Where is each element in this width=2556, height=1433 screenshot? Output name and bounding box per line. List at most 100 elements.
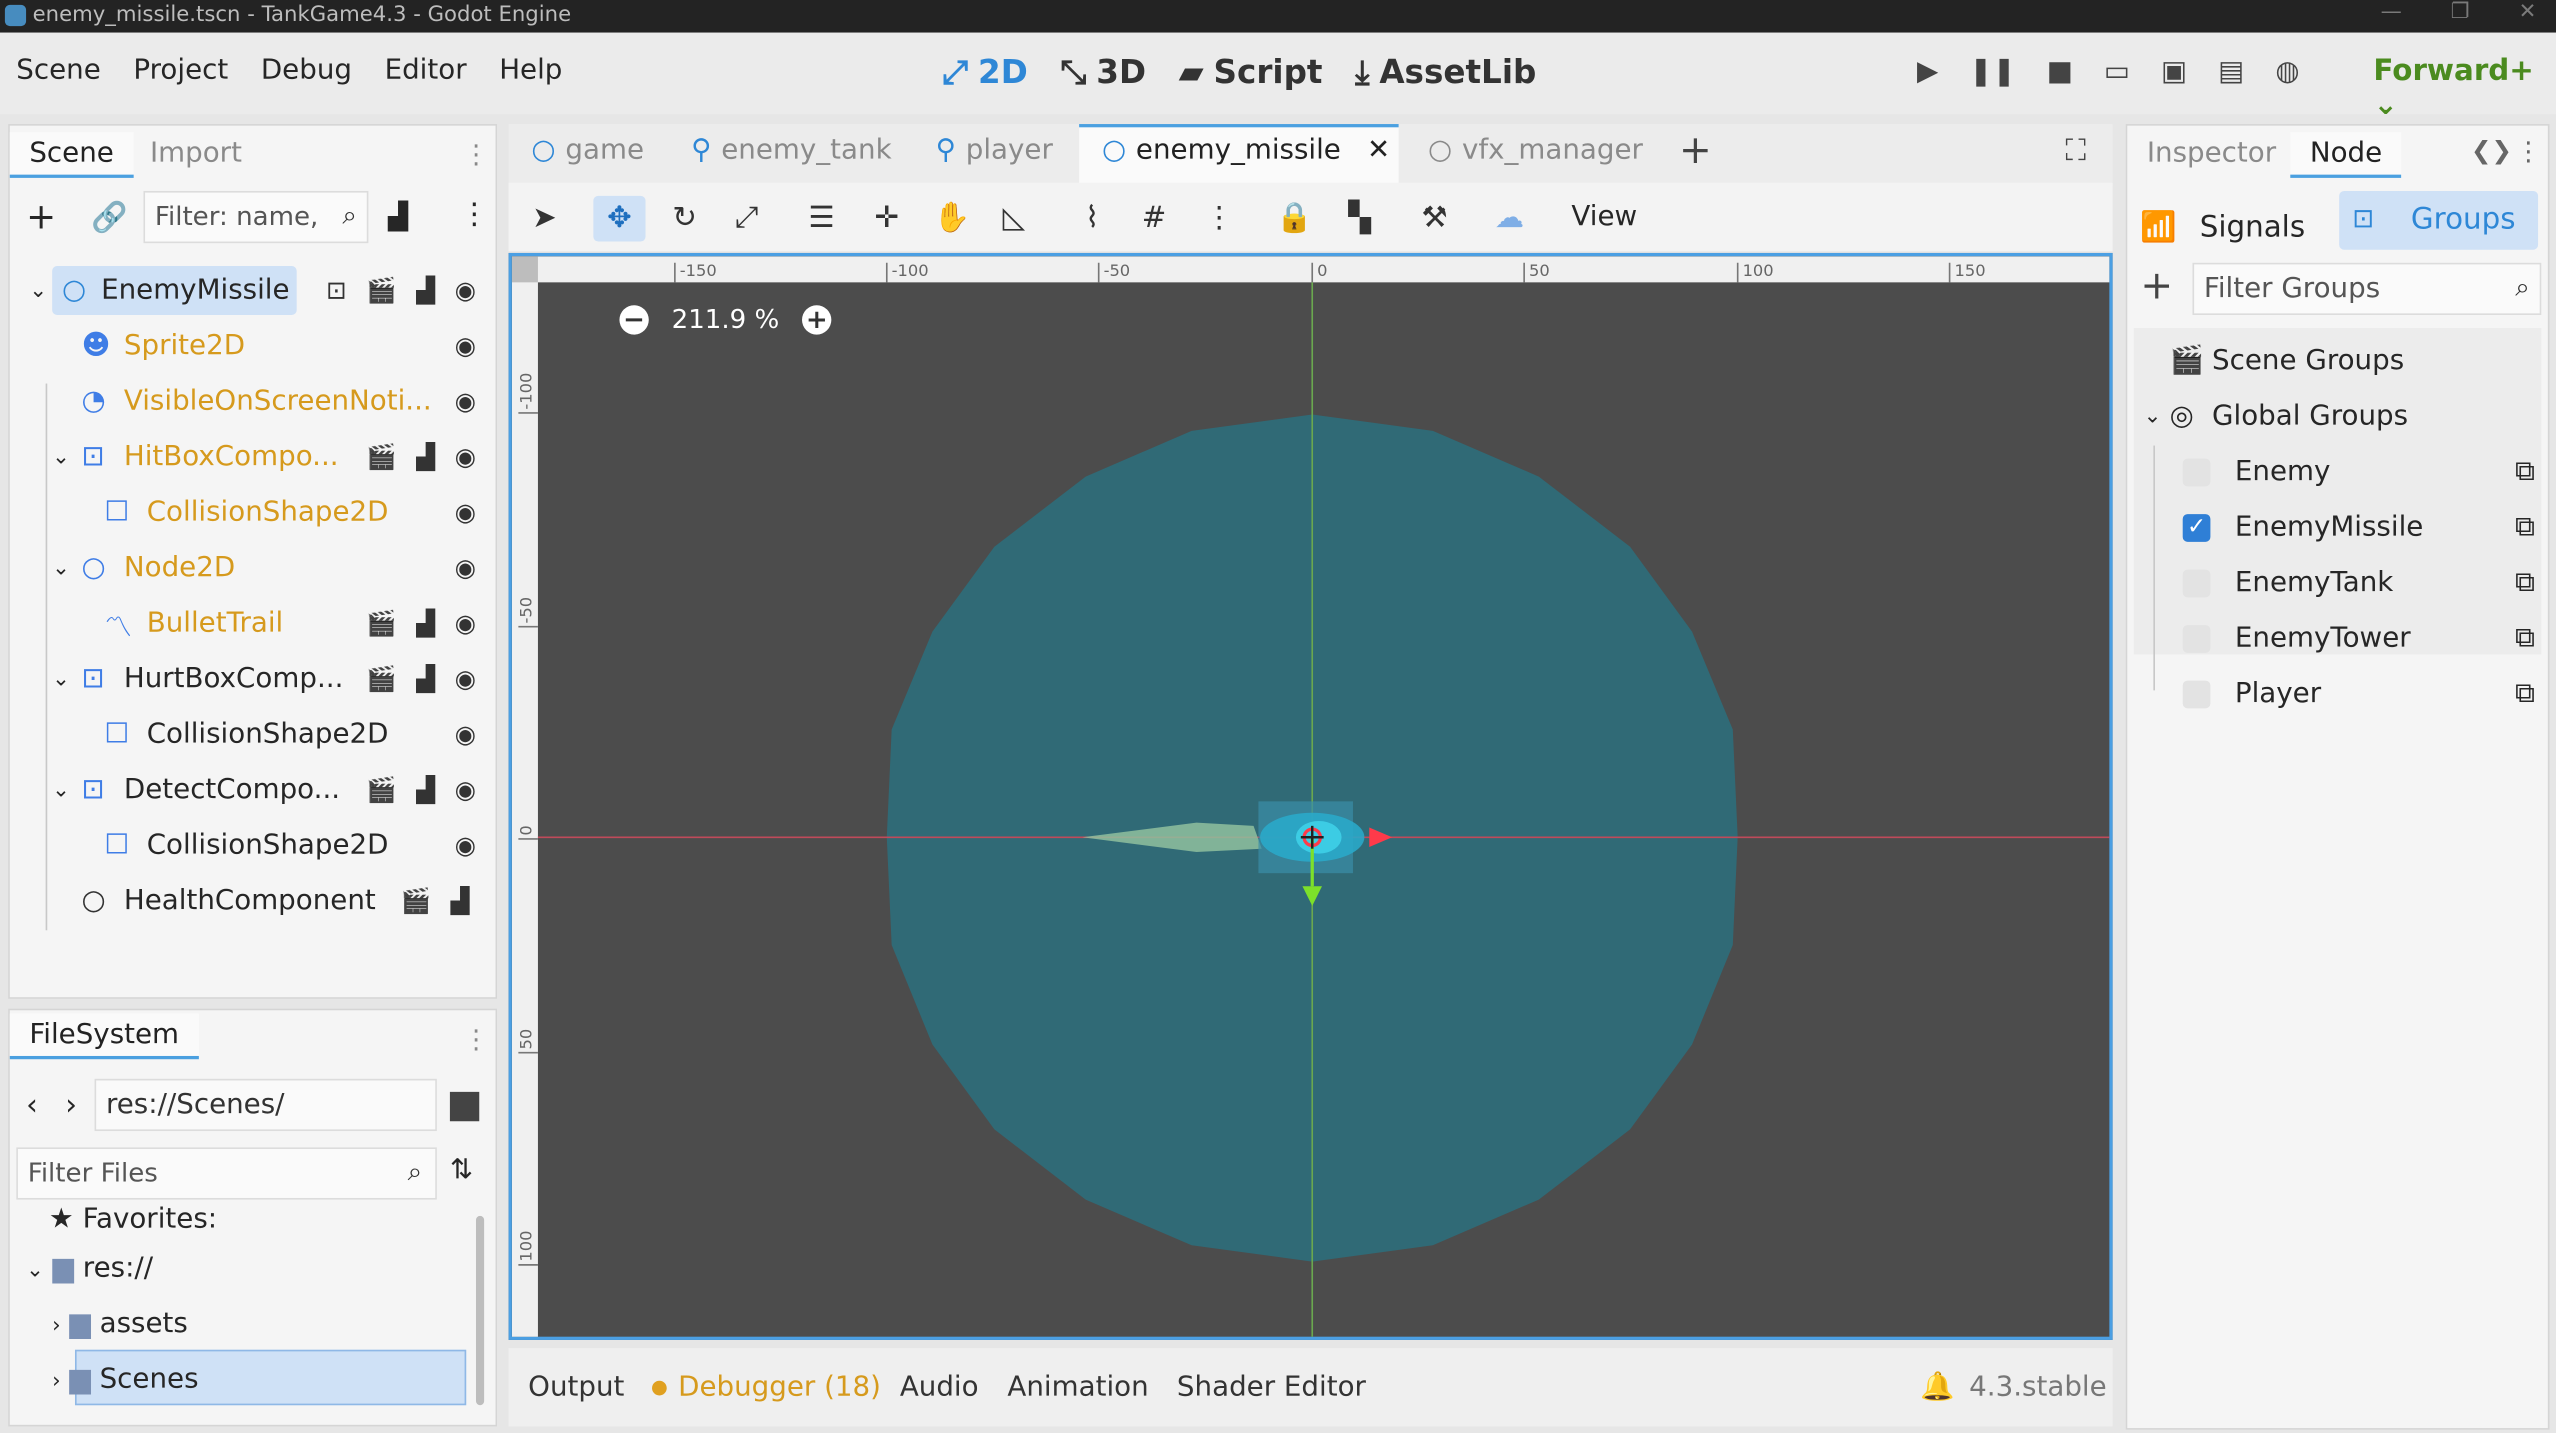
groups-tab[interactable]: ⊡ Groups xyxy=(2339,190,2539,250)
scene-tree-menu-icon[interactable]: ⋮ xyxy=(460,197,489,231)
tab-filesystem[interactable]: FileSystem xyxy=(9,1013,199,1060)
copy-icon[interactable]: ⧉ xyxy=(2515,622,2535,655)
scene-icon[interactable]: 🎬 xyxy=(366,276,396,305)
scale-tool-icon[interactable]: ⤢ xyxy=(721,196,773,242)
renderer-select[interactable]: Forward+ ⌄ xyxy=(2373,54,2556,123)
add-group-icon[interactable]: + xyxy=(2140,263,2173,309)
scene-filter-input[interactable]: Filter: name, ⌕ xyxy=(143,190,369,244)
filter-groups-input[interactable]: Filter Groups ⌕ xyxy=(2192,262,2542,315)
rotate-tool-icon[interactable]: ↻ xyxy=(659,196,711,242)
add-tab-icon[interactable]: + xyxy=(1679,127,1712,173)
chevron-down-icon[interactable]: ⌄ xyxy=(52,778,70,802)
path-field[interactable]: res://Scenes/ xyxy=(94,1078,437,1132)
visibility-icon[interactable]: ◉ xyxy=(455,387,476,416)
close-window-icon[interactable]: ✕ xyxy=(2519,0,2537,24)
tree-item-sprite2d[interactable]: ☻ Sprite2D ◉ xyxy=(23,322,489,371)
scene-icon[interactable]: 🎬 xyxy=(366,664,396,693)
tab-player[interactable]: ⚲ player xyxy=(936,134,1053,167)
scene-icon[interactable]: 🎬 xyxy=(366,609,396,638)
tree-item-collisionshape-3[interactable]: ☐ CollisionShape2D ◉ xyxy=(23,821,489,870)
tree-item-healthcomponent[interactable]: ○ HealthComponent 🎬 ▟ xyxy=(23,876,489,925)
group-item-enemytank[interactable]: EnemyTank ⧉ xyxy=(2144,557,2535,609)
group-select-icon[interactable]: ▚ xyxy=(1333,196,1385,242)
zoom-out-icon[interactable]: − xyxy=(619,304,649,334)
tree-item-collisionshape-1[interactable]: ☐ CollisionShape2D ◉ xyxy=(23,488,489,537)
dock-menu-icon[interactable]: ⋮ xyxy=(2515,135,2541,166)
checkbox[interactable] xyxy=(2182,679,2211,708)
close-tab-icon[interactable]: ✕ xyxy=(1367,134,1390,167)
script-icon[interactable]: ▟ xyxy=(416,276,435,305)
tab-game[interactable]: ○ game xyxy=(531,134,644,167)
tab-enemy-tank[interactable]: ⚲ enemy_tank xyxy=(691,134,891,167)
play-custom-scene-icon[interactable]: ▤ xyxy=(2218,55,2244,88)
copy-icon[interactable]: ⧉ xyxy=(2515,677,2535,710)
checkbox[interactable] xyxy=(2182,457,2211,486)
forward-icon[interactable]: › xyxy=(65,1089,77,1123)
workspace-assetlib[interactable]: ⤓ AssetLib xyxy=(1355,52,1536,91)
chevron-down-icon[interactable]: ⌄ xyxy=(52,667,70,691)
list-select-icon[interactable]: ☰ xyxy=(795,196,847,242)
dock-menu-icon[interactable]: ⋮ xyxy=(463,1023,489,1054)
chevron-down-icon[interactable]: ⌄ xyxy=(29,278,47,302)
chevron-down-icon[interactable]: ⌄ xyxy=(52,556,70,580)
script-icon[interactable]: ▟ xyxy=(416,442,435,471)
workspace-3d[interactable]: ⤡ 3D xyxy=(1060,52,1146,91)
filter-files-input[interactable]: Filter Files ⌕ xyxy=(16,1147,437,1200)
menu-help[interactable]: Help xyxy=(483,54,579,87)
group-icon[interactable]: ⊡ xyxy=(326,276,347,305)
select-tool-icon[interactable]: ➤ xyxy=(518,196,570,242)
grid-snap-icon[interactable]: # xyxy=(1128,196,1180,242)
visibility-icon[interactable]: ◉ xyxy=(455,498,476,527)
group-item-player[interactable]: Player ⧉ xyxy=(2144,668,2535,720)
workspace-2d[interactable]: ⤢ 2D xyxy=(942,52,1028,91)
visibility-icon[interactable]: ◉ xyxy=(455,553,476,582)
checkbox[interactable] xyxy=(2182,624,2211,653)
scenes-folder[interactable]: › ▆ Scenes xyxy=(52,1363,198,1396)
menu-project[interactable]: Project xyxy=(117,54,244,87)
tab-audio[interactable]: Audio xyxy=(900,1371,979,1404)
link-icon[interactable]: 🔗 xyxy=(91,201,128,235)
group-item-enemymissile[interactable]: ✓ EnemyMissile ⧉ xyxy=(2144,501,2535,553)
group-item-enemy[interactable]: Enemy ⧉ xyxy=(2144,446,2535,498)
pivot-icon[interactable]: ✛ xyxy=(861,196,913,242)
tree-item-detect[interactable]: ⌄ ⊡ DetectCompo... 🎬 ▟ ◉ xyxy=(23,765,489,814)
camera-override-icon[interactable]: ☁ xyxy=(1483,196,1535,242)
script-icon[interactable]: ▟ xyxy=(416,775,435,804)
tree-item-bullettrail[interactable]: 〽 BulletTrail 🎬 ▟ ◉ xyxy=(23,599,489,648)
distraction-free-icon[interactable]: ⛶ xyxy=(2065,134,2086,168)
script-icon[interactable]: ▟ xyxy=(416,609,435,638)
copy-icon[interactable]: ⧉ xyxy=(2515,455,2535,488)
add-node-icon[interactable]: + xyxy=(26,197,56,238)
dock-menu-icon[interactable]: ⋮ xyxy=(463,139,489,170)
visibility-icon[interactable]: ◉ xyxy=(455,442,476,471)
signals-tab[interactable]: 📶 Signals xyxy=(2140,211,2305,245)
scene-icon[interactable]: 🎬 xyxy=(366,442,396,471)
tree-item-enemymissile[interactable]: ⌄ ○ EnemyMissile ⊡ 🎬 ▟ ◉ xyxy=(23,266,489,315)
notification-bell-icon[interactable]: 🔔 xyxy=(1920,1371,1955,1404)
canvas-viewport[interactable]: -150 -100 -50 0 50 100 150 -100 -50 0 50… xyxy=(508,252,2113,1340)
history-nav-icon[interactable]: ❮❯ xyxy=(2471,135,2512,164)
chevron-down-icon[interactable]: ⌄ xyxy=(52,445,70,469)
tab-node[interactable]: Node xyxy=(2290,132,2402,178)
tree-item-visibleonscreen[interactable]: ◔ VisibleOnScreenNoti... ◉ xyxy=(23,377,489,426)
copy-icon[interactable]: ⧉ xyxy=(2515,566,2535,599)
visibility-icon[interactable]: ◉ xyxy=(455,609,476,638)
copy-icon[interactable]: ⧉ xyxy=(2515,511,2535,544)
scrollbar[interactable] xyxy=(475,1215,485,1406)
script-icon[interactable]: ▟ xyxy=(451,886,470,915)
play-icon[interactable]: ▶ xyxy=(1917,55,1938,88)
scene-icon[interactable]: 🎬 xyxy=(366,775,396,804)
menu-editor[interactable]: Editor xyxy=(368,54,483,87)
menu-scene[interactable]: Scene xyxy=(0,54,117,87)
visibility-icon[interactable]: ◉ xyxy=(455,276,476,305)
visibility-icon[interactable]: ◉ xyxy=(455,331,476,360)
tab-enemy-missile[interactable]: ○ enemy_missile ✕ xyxy=(1102,134,1390,167)
res-folder[interactable]: ⌄ ▆ res:// xyxy=(26,1252,153,1285)
scene-groups-section[interactable]: 🎬 Scene Groups xyxy=(2144,335,2535,387)
script-icon[interactable]: ▟ xyxy=(416,664,435,693)
assets-folder[interactable]: › ▆ assets xyxy=(52,1307,188,1340)
favorites-item[interactable]: ★ Favorites: xyxy=(49,1203,217,1236)
workspace-script[interactable]: ▰ Script xyxy=(1179,52,1323,91)
restore-icon[interactable]: ❐ xyxy=(2451,0,2470,24)
tree-item-node2d[interactable]: ⌄ ○ Node2D ◉ xyxy=(23,543,489,592)
